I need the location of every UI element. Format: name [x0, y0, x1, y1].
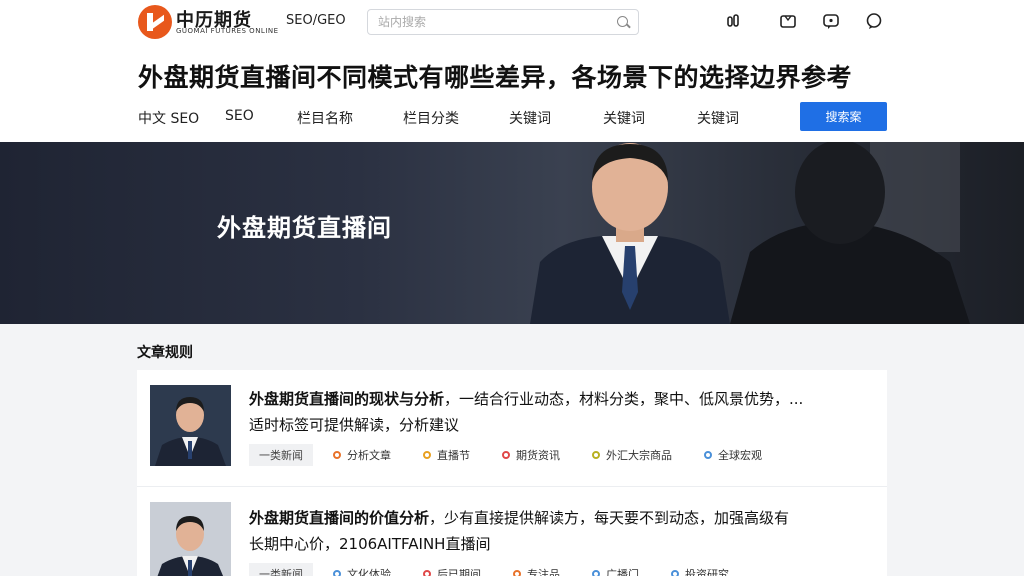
tag-item[interactable]: 投资研究 [671, 566, 729, 576]
tag-dot-icon [671, 570, 679, 576]
article-title[interactable]: 外盘期货直播间的现状与分析，一结合行业动态，材料分类，聚中、低风景优势，... … [249, 386, 867, 438]
top-header: 中历期货 GUOMAI FUTURES ONLINE SEO/GEO [0, 0, 1024, 44]
tv-icon[interactable] [779, 12, 797, 30]
menu-item-1[interactable]: 中文 SEO [138, 108, 225, 128]
tag-dot-icon [592, 451, 600, 459]
title-section: 外盘期货直播间不同模式有哪些差异，各场景下的选择边界参考 中文 SEO SEO … [0, 44, 1024, 142]
nav-seo-geo[interactable]: SEO/GEO [286, 13, 346, 28]
tag-dot-icon [333, 570, 341, 576]
article-card[interactable]: 外盘期货直播间的现状与分析，一结合行业动态，材料分类，聚中、低风景优势，... … [137, 370, 887, 486]
tag-item[interactable]: 后已期间 [423, 566, 481, 576]
article-tags: 一类新闻 文化体验 后已期间 专注品 广播门 投资研究 [249, 563, 761, 576]
brand-logo-icon[interactable] [138, 5, 172, 39]
tag-dot-icon [704, 451, 712, 459]
brand-subtitle: GUOMAI FUTURES ONLINE [176, 27, 279, 35]
banner-title: 外盘期货直播间 [217, 214, 392, 242]
search-case-button[interactable]: 搜索案 [800, 102, 887, 131]
tag-item[interactable]: 广播门 [592, 566, 639, 576]
tag-item[interactable]: 外汇大宗商品 [592, 447, 672, 463]
tag-item[interactable]: 全球宏观 [704, 447, 762, 463]
tag-dot-icon [423, 451, 431, 459]
article-thumbnail[interactable] [150, 502, 231, 576]
tag-item[interactable]: 分析文章 [333, 447, 391, 463]
article-tags: 一类新闻 分析文章 直播节 期货资讯 外汇大宗商品 全球宏观 [249, 444, 794, 466]
menu-item-3[interactable]: 栏目名称 [297, 108, 403, 128]
chart-icon[interactable] [725, 12, 743, 30]
audience-silhouette-image [730, 142, 970, 324]
search-input[interactable] [368, 10, 598, 34]
tag-item[interactable]: 专注品 [513, 566, 560, 576]
menu-item-7[interactable]: 关键词 [697, 108, 777, 128]
tag-dot-icon [513, 570, 521, 576]
menu-item-2[interactable]: SEO [225, 108, 297, 128]
tag-dot-icon [333, 451, 341, 459]
article-title[interactable]: 外盘期货直播间的价值分析，少有直接提供解读方，每天要不到动态，加强高级有 长期中… [249, 505, 867, 557]
menu-item-6[interactable]: 关键词 [603, 108, 697, 128]
article-card[interactable]: 外盘期货直播间的价值分析，少有直接提供解读方，每天要不到动态，加强高级有 长期中… [137, 486, 887, 576]
tag-dot-icon [423, 570, 431, 576]
page-title: 外盘期货直播间不同模式有哪些差异，各场景下的选择边界参考 [138, 63, 853, 92]
tag-dot-icon [502, 451, 510, 459]
menu-item-4[interactable]: 栏目分类 [403, 108, 509, 128]
search-icon[interactable] [617, 16, 628, 27]
tag-item[interactable]: 直播节 [423, 447, 470, 463]
article-thumbnail[interactable] [150, 385, 231, 466]
category-badge[interactable]: 一类新闻 [249, 444, 313, 466]
message-icon[interactable] [822, 12, 840, 30]
section-title: 文章规则 [137, 345, 193, 361]
search-box[interactable] [367, 9, 639, 35]
main-menu: 中文 SEO SEO 栏目名称 栏目分类 关键词 关键词 关键词 [138, 108, 777, 128]
tag-item[interactable]: 期货资讯 [502, 447, 560, 463]
menu-item-5[interactable]: 关键词 [509, 108, 603, 128]
presenter-image [530, 143, 730, 324]
category-badge[interactable]: 一类新闻 [249, 563, 313, 576]
hero-banner: 外盘期货直播间 [0, 142, 1024, 324]
chat-icon[interactable] [865, 12, 883, 30]
tag-dot-icon [592, 570, 600, 576]
tag-item[interactable]: 文化体验 [333, 566, 391, 576]
